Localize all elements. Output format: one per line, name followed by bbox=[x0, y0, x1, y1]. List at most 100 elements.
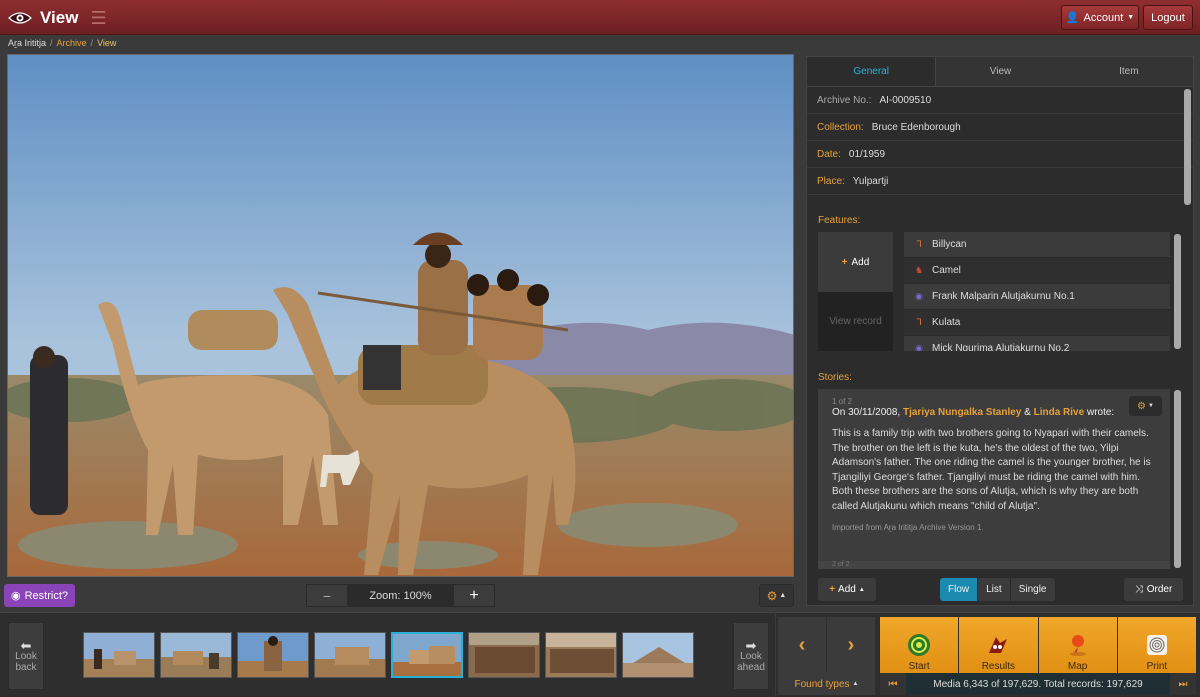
logout-button[interactable]: Logout bbox=[1143, 5, 1193, 30]
mode-single-button[interactable]: Single bbox=[1010, 578, 1056, 601]
user-icon: 👤 bbox=[1065, 12, 1080, 24]
thumbnail[interactable] bbox=[468, 632, 540, 678]
start-button[interactable]: Start bbox=[880, 617, 959, 677]
tab-general[interactable]: General bbox=[807, 57, 937, 86]
brand[interactable]: View ☰ bbox=[8, 6, 107, 30]
map-pin-icon bbox=[1066, 633, 1090, 657]
map-button[interactable]: Map bbox=[1038, 617, 1117, 677]
metadata-scrollbar[interactable] bbox=[1184, 89, 1191, 205]
metadata-list: Archive No.: AI-0009510 Collection: Bruc… bbox=[807, 87, 1193, 207]
animal-icon: ♞ bbox=[914, 265, 924, 275]
feature-item[interactable]: ◉ Mick Ngurima Alutjakurnu No.2 bbox=[904, 336, 1170, 351]
stories-heading: Stories: bbox=[818, 372, 852, 383]
breadcrumb: Aṟa Irititja / Archive / View bbox=[0, 35, 1200, 51]
zoom-out-button[interactable]: − bbox=[306, 584, 348, 607]
menu-icon[interactable]: ☰ bbox=[90, 8, 106, 29]
arrow-left-icon: ⬅ bbox=[20, 637, 32, 653]
zoom-level: Zoom: 100% bbox=[348, 584, 453, 607]
caret-down-icon: ▼ bbox=[1148, 403, 1154, 409]
meta-row-place: Place: Yulpartji bbox=[807, 168, 1193, 195]
results-icon bbox=[986, 633, 1010, 657]
view-record-button[interactable]: View record bbox=[818, 292, 893, 351]
mode-flow-button[interactable]: Flow bbox=[940, 578, 979, 601]
mode-list-button[interactable]: List bbox=[978, 578, 1011, 601]
last-media-button[interactable]: ⏭ bbox=[1170, 673, 1196, 695]
restrict-button[interactable]: ◉ Restrict? bbox=[4, 584, 75, 607]
media-status: Media 6,343 of 197,629. Total records: 1… bbox=[906, 673, 1170, 695]
story-counter: 1 of 2 bbox=[832, 397, 853, 406]
print-button[interactable]: Print bbox=[1117, 617, 1196, 677]
stories-scrollbar[interactable] bbox=[1174, 390, 1181, 568]
breadcrumb-separator: / bbox=[50, 38, 53, 48]
thumbnail[interactable] bbox=[237, 632, 309, 678]
caret-up-icon: ▲ bbox=[852, 681, 859, 687]
story-view-mode: Flow List Single bbox=[940, 578, 1056, 601]
look-back-button[interactable]: ⬅ Look back bbox=[8, 622, 44, 690]
feature-item[interactable]: ᒣ Kulata bbox=[904, 310, 1170, 336]
features-actions: + Add View record bbox=[818, 232, 893, 351]
found-types-button[interactable]: Found types ▲ bbox=[778, 673, 875, 695]
zoom-in-button[interactable]: + bbox=[453, 584, 495, 607]
caret-up-icon: ▲ bbox=[858, 586, 865, 593]
meta-row-collection: Collection: Bruce Edenborough bbox=[807, 114, 1193, 141]
first-media-button[interactable]: ⏮ bbox=[880, 673, 906, 695]
tab-item[interactable]: Item bbox=[1065, 57, 1193, 86]
results-button[interactable]: Results bbox=[959, 617, 1038, 677]
eye-logo-icon bbox=[8, 11, 32, 25]
thumbnail[interactable] bbox=[83, 632, 155, 678]
meta-row-archive: Archive No.: AI-0009510 bbox=[807, 87, 1193, 114]
story-author-link[interactable]: Linda Rive bbox=[1034, 407, 1085, 418]
next-record-button[interactable]: › bbox=[827, 617, 875, 673]
account-button[interactable]: 👤 Account ▼ bbox=[1061, 5, 1139, 30]
thumbnail-current[interactable] bbox=[391, 632, 463, 678]
features-list: ᒣ Billycan ♞ Camel ◉ Frank Malparin Alut… bbox=[904, 232, 1170, 351]
object-icon: ᒣ bbox=[916, 239, 922, 249]
plus-icon: + bbox=[841, 256, 848, 268]
feature-item[interactable]: ◉ Frank Malparin Alutjakurnu No.1 bbox=[904, 284, 1170, 310]
story-settings-button[interactable]: ⚙ ▼ bbox=[1129, 396, 1162, 416]
details-tabs: General View Item bbox=[807, 57, 1193, 87]
page-title: View bbox=[40, 8, 79, 27]
breadcrumb-home[interactable]: Aṟa Irititja bbox=[8, 38, 46, 48]
breadcrumb-archive[interactable]: Archive bbox=[57, 38, 87, 48]
breadcrumb-separator: / bbox=[90, 38, 94, 48]
caret-down-icon: ▼ bbox=[1127, 14, 1135, 21]
features-scrollbar[interactable] bbox=[1174, 234, 1181, 349]
thumbnail[interactable] bbox=[622, 632, 694, 678]
story-author-link[interactable]: Tjariya Nungalka Stanley bbox=[903, 407, 1021, 418]
thumbnail[interactable] bbox=[314, 632, 386, 678]
add-story-button[interactable]: + Add ▲ bbox=[818, 578, 876, 601]
gear-icon: ⚙ bbox=[1137, 400, 1146, 412]
add-feature-button[interactable]: + Add bbox=[818, 232, 893, 292]
thumbnail[interactable] bbox=[545, 632, 617, 678]
plus-icon: + bbox=[829, 584, 836, 595]
breadcrumb-current: View bbox=[97, 38, 117, 48]
main-actions: Start Results Map Print bbox=[880, 617, 1196, 677]
navigation-area: ‹ › Found types ▲ Start Results Map Prin… bbox=[776, 612, 1200, 697]
previous-record-button[interactable]: ‹ bbox=[778, 617, 826, 673]
feature-item[interactable]: ♞ Camel bbox=[904, 258, 1170, 284]
main-photo[interactable] bbox=[7, 54, 794, 577]
person-icon: ◉ bbox=[915, 291, 923, 301]
gear-icon: ⚙ bbox=[766, 588, 778, 603]
story-header: On 30/11/2008, Tjariya Nungalka Stanley … bbox=[832, 407, 1115, 418]
look-ahead-button[interactable]: ➡ Look ahead bbox=[733, 622, 769, 690]
order-button[interactable]: ⤨ Order bbox=[1124, 578, 1183, 601]
story-card-next: 2 of 2 bbox=[818, 561, 1170, 569]
spiral-icon bbox=[907, 633, 931, 657]
story-imported-note: Imported from Aṟa Irititja Archive Versi… bbox=[832, 523, 984, 532]
tab-view[interactable]: View bbox=[936, 57, 1064, 86]
arrow-right-icon: ➡ bbox=[745, 637, 757, 653]
photo-settings-button[interactable]: ⚙ ▲ bbox=[759, 584, 794, 607]
person-icon: ◉ bbox=[915, 343, 923, 351]
feature-item[interactable]: ᒣ Billycan bbox=[904, 232, 1170, 258]
filmstrip: ⬅ Look back ➡ Look ahead bbox=[0, 612, 775, 697]
thumbnail[interactable] bbox=[160, 632, 232, 678]
story-text: This is a family trip with two brothers … bbox=[832, 428, 1151, 512]
object-icon: ᒣ bbox=[916, 317, 922, 327]
details-panel: General View Item Archive No.: AI-000951… bbox=[806, 56, 1194, 606]
record-nav: ‹ › bbox=[778, 617, 875, 673]
caret-up-icon: ▲ bbox=[779, 592, 787, 599]
top-bar: View ☰ 👤 Account ▼ Logout bbox=[0, 0, 1200, 35]
meta-row-date: Date: 01/1959 bbox=[807, 141, 1193, 168]
